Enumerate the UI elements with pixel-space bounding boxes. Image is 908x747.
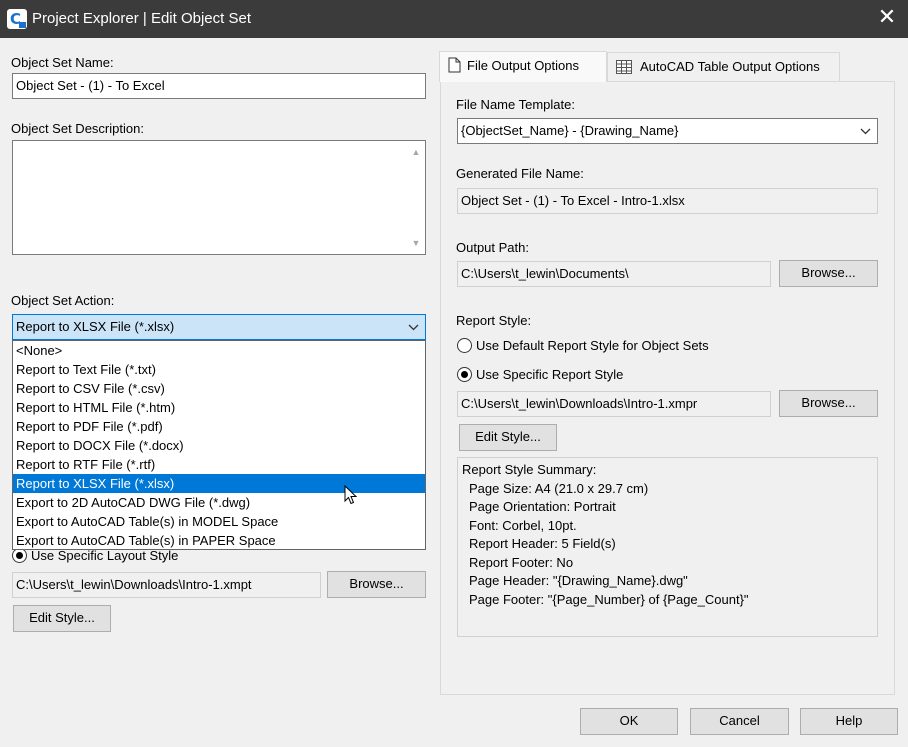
summary-title: Report Style Summary:	[462, 462, 597, 477]
use-specific-layout-style-radio[interactable]: Use Specific Layout Style	[12, 548, 178, 563]
dropdown-option[interactable]: Report to PDF File (*.pdf)	[13, 417, 425, 436]
summary-line: Page Header: "{Drawing_Name}.dwg"	[469, 573, 688, 588]
summary-line: Page Orientation: Portrait	[469, 499, 616, 514]
object-set-name-label: Object Set Name:	[11, 55, 114, 70]
dropdown-option[interactable]: Export to 2D AutoCAD DWG File (*.dwg)	[13, 493, 425, 512]
dropdown-option[interactable]: Report to RTF File (*.rtf)	[13, 455, 425, 474]
use-specific-report-style-radio[interactable]: Use Specific Report Style	[457, 367, 623, 382]
help-button[interactable]: Help	[800, 708, 898, 735]
document-icon	[448, 55, 461, 83]
window-title: Project Explorer | Edit Object Set	[32, 10, 251, 27]
dropdown-option[interactable]: <None>	[13, 341, 425, 360]
layout-edit-style-button[interactable]: Edit Style...	[13, 605, 111, 632]
table-icon	[616, 56, 632, 84]
generated-file-name-field: Object Set - (1) - To Excel - Intro-1.xl…	[457, 188, 878, 214]
object-set-action-value: Report to XLSX File (*.xlsx)	[16, 319, 175, 334]
use-specific-layout-style-label: Use Specific Layout Style	[31, 548, 179, 563]
summary-line: Page Size: A4 (21.0 x 29.7 cm)	[469, 480, 649, 496]
title-bar: C Project Explorer | Edit Object Set ✕	[0, 0, 908, 38]
summary-line: Report Footer: No	[469, 554, 574, 570]
file-name-template-select[interactable]: {ObjectSet_Name} - {Drawing_Name}	[457, 118, 878, 144]
tab-file-output-options-label: File Output Options	[467, 58, 579, 73]
report-style-path-input[interactable]: C:\Users\t_lewin\Downloads\Intro-1.xmpr	[457, 391, 771, 417]
tab-autocad-table-output-options-label: AutoCAD Table Output Options	[640, 59, 820, 74]
summary-line: Page Footer: "{Page_Number} of {Page_Cou…	[469, 591, 749, 607]
radio-unselected-icon	[457, 338, 472, 353]
close-icon[interactable]: ✕	[874, 5, 900, 31]
use-default-report-style-label: Use Default Report Style for Object Sets	[476, 338, 709, 353]
chevron-down-icon	[860, 119, 871, 152]
ok-button[interactable]: OK	[580, 708, 678, 735]
dropdown-option[interactable]: Export to AutoCAD Table(s) in MODEL Spac…	[13, 512, 425, 531]
generated-file-name-label: Generated File Name:	[456, 166, 584, 181]
file-name-template-value: {ObjectSet_Name} - {Drawing_Name}	[461, 123, 679, 138]
tab-autocad-table-output-options[interactable]: AutoCAD Table Output Options	[607, 52, 840, 81]
report-style-label: Report Style:	[456, 313, 532, 328]
report-style-summary: Report Style Summary: Page Size: A4 (21.…	[457, 457, 878, 637]
object-set-action-dropdown-list[interactable]: <None> Report to Text File (*.txt) Report …	[12, 340, 426, 550]
dropdown-option[interactable]: Export to AutoCAD Table(s) in PAPER Spac…	[13, 531, 425, 550]
dropdown-option[interactable]: Report to HTML File (*.htm)	[13, 398, 425, 417]
summary-line: Report Header: 5 Field(s)	[469, 536, 616, 551]
object-set-action-label: Object Set Action:	[11, 293, 115, 308]
output-path-input[interactable]: C:\Users\t_lewin\Documents\	[457, 261, 771, 287]
dropdown-option[interactable]: Report to DOCX File (*.docx)	[13, 436, 425, 455]
cancel-button[interactable]: Cancel	[690, 708, 789, 735]
radio-selected-icon	[457, 367, 472, 382]
use-default-report-style-radio[interactable]: Use Default Report Style for Object Sets	[457, 338, 709, 353]
output-path-label: Output Path:	[456, 240, 529, 255]
report-style-browse-button[interactable]: Browse...	[779, 390, 878, 417]
file-name-template-label: File Name Template:	[456, 97, 575, 112]
object-set-name-input[interactable]: Object Set - (1) - To Excel	[12, 73, 426, 99]
report-edit-style-button[interactable]: Edit Style...	[459, 424, 557, 451]
scroll-up-icon[interactable]: ▲	[411, 147, 421, 157]
scroll-down-icon[interactable]: ▼	[411, 238, 421, 248]
radio-selected-icon	[12, 548, 27, 563]
object-set-description-input[interactable]: ▲ ▼	[12, 140, 426, 255]
use-specific-report-style-label: Use Specific Report Style	[476, 367, 624, 382]
layout-style-path-input[interactable]: C:\Users\t_lewin\Downloads\Intro-1.xmpt	[12, 572, 321, 598]
dropdown-option[interactable]: Report to Text File (*.txt)	[13, 360, 425, 379]
app-icon: C	[7, 9, 27, 29]
mouse-cursor-icon	[344, 484, 358, 508]
object-set-description-label: Object Set Description:	[11, 121, 144, 136]
dropdown-option[interactable]: Report to CSV File (*.csv)	[13, 379, 425, 398]
dropdown-option[interactable]: Report to XLSX File (*.xlsx)	[13, 474, 425, 493]
summary-line: Font: Corbel, 10pt.	[469, 517, 577, 533]
object-set-action-select[interactable]: Report to XLSX File (*.xlsx)	[12, 314, 426, 340]
output-path-browse-button[interactable]: Browse...	[779, 260, 878, 287]
tab-file-output-options[interactable]: File Output Options	[439, 51, 607, 82]
layout-browse-button[interactable]: Browse...	[327, 571, 426, 598]
